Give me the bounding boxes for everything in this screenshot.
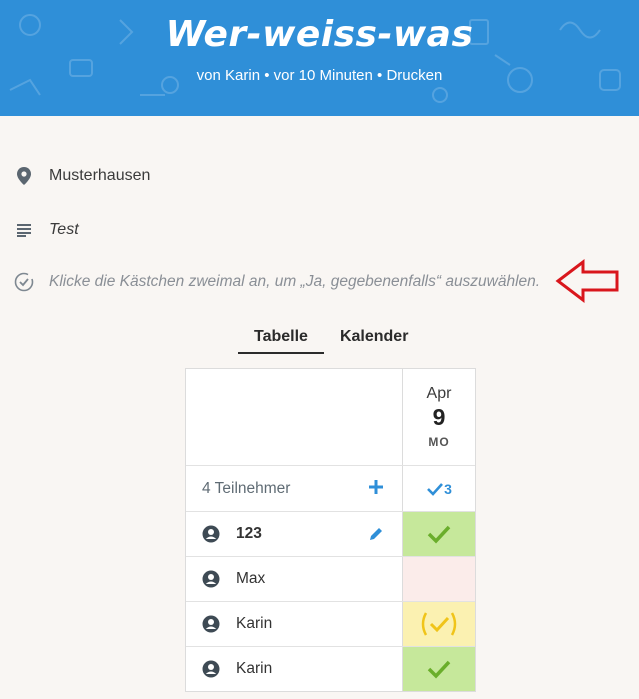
check-circle-icon <box>14 272 34 292</box>
vote-cell-yes[interactable] <box>403 512 475 556</box>
tab-calendar[interactable]: Kalender <box>324 328 424 354</box>
participant-count: 4 Teilnehmer <box>202 479 291 497</box>
description-lines-icon <box>14 220 34 240</box>
date-option: Apr 9 MO <box>403 369 475 465</box>
vote-cell-maybe[interactable] <box>403 602 475 646</box>
poll-author: von Karin <box>196 67 261 84</box>
check-icon <box>427 525 451 544</box>
print-link[interactable]: Drucken <box>386 67 442 84</box>
date-weekday: MO <box>428 435 450 449</box>
poll-title: Wer-weiss-was <box>165 14 474 55</box>
participant-name: Max <box>236 570 266 587</box>
yes-count: 3 <box>426 481 452 497</box>
poll-timestamp: vor 10 Minuten <box>273 67 373 84</box>
location-pin-icon <box>14 166 34 186</box>
description-row: Test <box>14 220 79 240</box>
participant-name: Karin <box>236 615 273 632</box>
check-icon <box>427 482 444 496</box>
date-month: Apr <box>426 385 452 402</box>
date-header-row: Apr 9 MO <box>186 369 475 465</box>
meta-separator: • <box>264 67 274 84</box>
vote-cell-yes[interactable] <box>403 647 475 691</box>
participant-name-cell: Max <box>186 557 403 601</box>
vote-cell-no[interactable] <box>403 557 475 601</box>
yes-count-value: 3 <box>444 480 452 497</box>
location-row: Musterhausen <box>14 166 150 186</box>
participant-name: Karin <box>236 660 273 677</box>
maybe-check-icon <box>421 612 457 636</box>
participant-row: 123 <box>186 511 475 556</box>
tab-table[interactable]: Tabelle <box>238 328 324 354</box>
user-avatar-icon <box>202 615 220 633</box>
poll-header: Wer-weiss-was von Karin • vor 10 Minuten… <box>0 0 639 116</box>
user-avatar-icon <box>202 525 220 543</box>
plus-icon[interactable] <box>366 477 386 497</box>
participant-row: Karin <box>186 646 475 691</box>
arrow-left-icon <box>555 258 619 304</box>
check-icon <box>427 660 451 679</box>
pencil-icon[interactable] <box>367 525 385 543</box>
user-avatar-icon <box>202 660 220 678</box>
empty-header-cell <box>186 369 403 465</box>
participant-count-row: 4 Teilnehmer 3 <box>186 465 475 511</box>
participant-row: Max <box>186 556 475 601</box>
maybe-hint-text: Klicke die Kästchen zweimal an, um „Ja, … <box>49 273 541 290</box>
participant-name-cell: Karin <box>186 602 403 646</box>
participant-count-cell: 4 Teilnehmer <box>186 466 403 511</box>
poll-meta: von Karin • vor 10 Minuten • Drucken <box>0 67 639 84</box>
participant-row: Karin <box>186 601 475 646</box>
poll-location: Musterhausen <box>49 167 151 184</box>
poll-table: Apr 9 MO 4 Teilnehmer 3 123 Max Karin Ka… <box>185 368 476 692</box>
participant-name-cell: Karin <box>186 647 403 691</box>
date-day: 9 <box>432 404 446 430</box>
participant-name-cell: 123 <box>186 512 403 556</box>
hint-row: Klicke die Kästchen zweimal an, um „Ja, … <box>14 272 540 292</box>
participant-name: 123 <box>236 525 262 542</box>
yes-count-cell: 3 <box>403 466 475 511</box>
user-avatar-icon <box>202 570 220 588</box>
poll-description: Test <box>49 221 79 238</box>
view-tabs: Tabelle Kalender <box>238 328 424 354</box>
